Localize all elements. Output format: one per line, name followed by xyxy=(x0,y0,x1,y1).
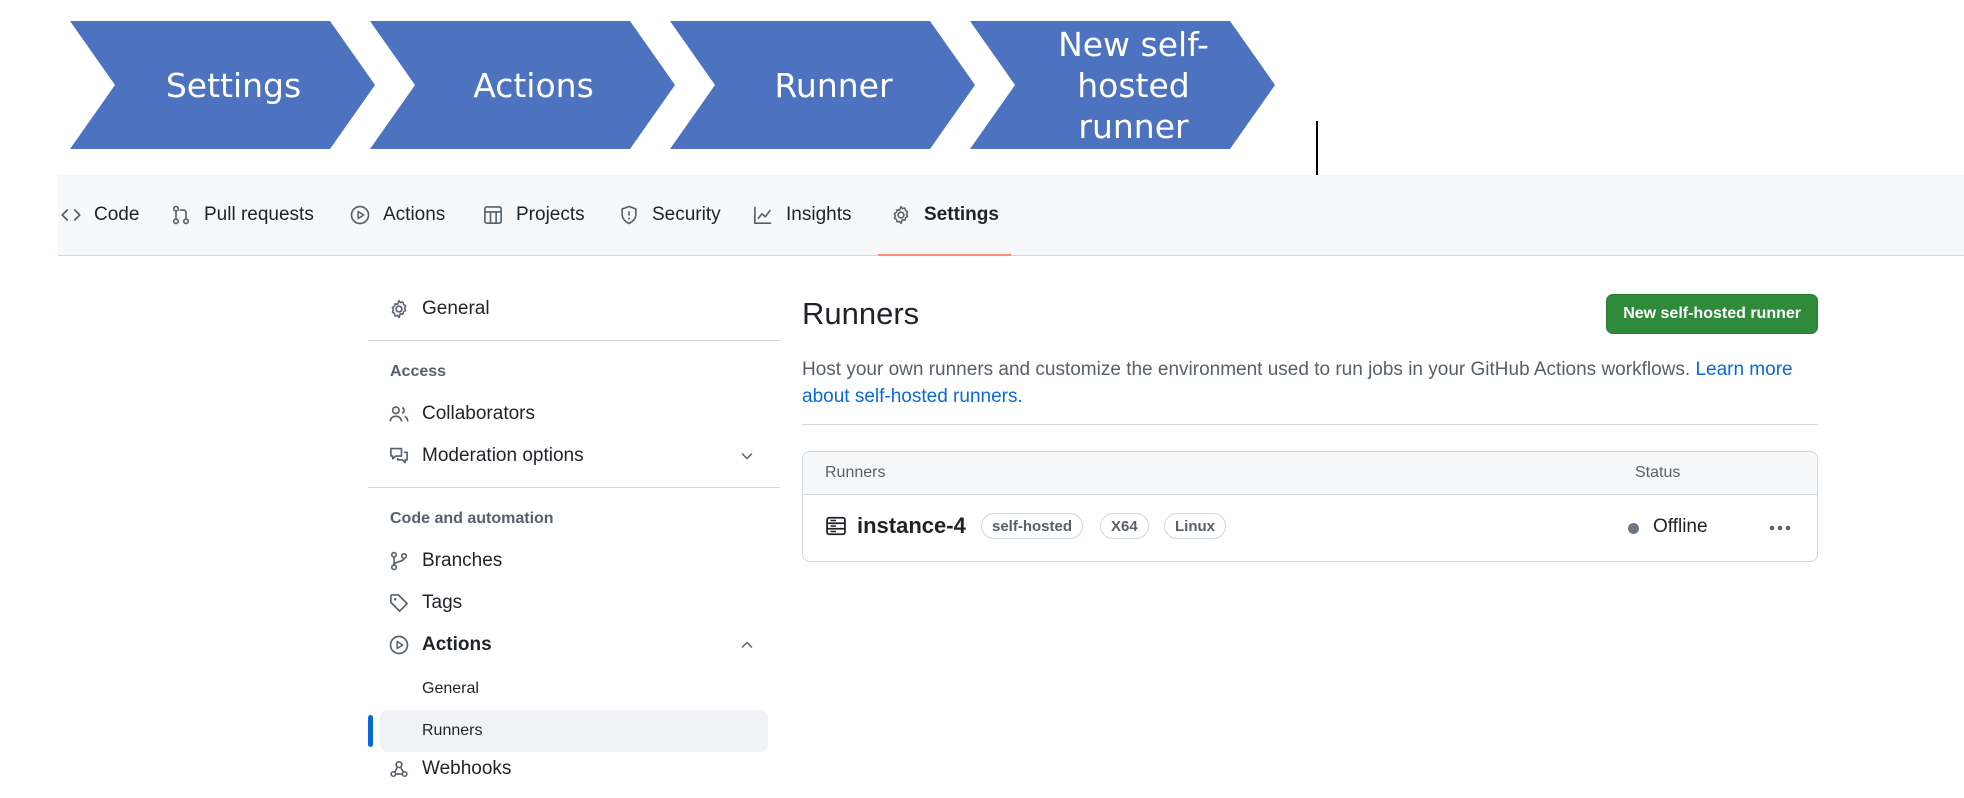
tab-label: Settings xyxy=(924,204,999,225)
tab-security[interactable]: Security xyxy=(618,175,721,255)
sidebar-item-label: Moderation options xyxy=(422,445,584,466)
play-icon xyxy=(349,204,371,226)
page-title: Runners xyxy=(802,296,920,331)
tab-projects[interactable]: Projects xyxy=(482,175,585,255)
sidebar-subitem-runners-label: Runners xyxy=(422,722,483,739)
process-chevrons: Settings Actions Runner New self-hosted … xyxy=(0,0,1964,175)
sidebar-item-label: General xyxy=(422,298,490,319)
play-icon xyxy=(388,634,410,656)
git-pull-request-icon xyxy=(170,204,192,226)
chevron-step-new-runner: New self-hosted runner xyxy=(970,21,1275,149)
sidebar-heading-access: Access xyxy=(390,363,447,380)
sidebar-item-label: Collaborators xyxy=(422,403,535,424)
kebab-horizontal-icon[interactable] xyxy=(1763,511,1797,545)
tab-label: Pull requests xyxy=(204,204,314,225)
runner-label-badge: Linux xyxy=(1164,513,1226,539)
new-self-hosted-runner-button[interactable]: New self-hosted runner xyxy=(1606,294,1818,334)
tab-label: Projects xyxy=(516,204,585,225)
code-icon xyxy=(60,204,82,226)
column-header-status: Status xyxy=(1635,464,1681,481)
tab-pull-requests[interactable]: Pull requests xyxy=(170,175,314,255)
runner-name-link[interactable]: instance-4 xyxy=(857,513,966,539)
graph-icon xyxy=(752,204,774,226)
table-icon xyxy=(482,204,504,226)
description-text: Host your own runners and customize the … xyxy=(802,359,1696,380)
webhook-icon xyxy=(388,758,410,780)
runner-label-badge: X64 xyxy=(1100,513,1149,539)
column-header-runners: Runners xyxy=(825,464,886,481)
chevron-label: Actions xyxy=(473,65,594,105)
section-divider xyxy=(802,424,1818,425)
tab-label: Insights xyxy=(786,204,852,225)
gear-icon xyxy=(890,204,912,226)
text-cursor xyxy=(1316,121,1318,175)
sidebar-item-moderation[interactable]: Moderation options xyxy=(368,437,768,475)
status-dot-icon xyxy=(1628,523,1639,534)
sidebar-item-label: Branches xyxy=(422,550,503,571)
selected-indicator xyxy=(368,715,373,747)
tab-insights[interactable]: Insights xyxy=(752,175,851,255)
repo-nav: Code Pull requests Actions Projects Secu… xyxy=(58,175,1964,256)
sidebar-item-branches[interactable]: Branches xyxy=(368,542,768,580)
table-header: Runners Status xyxy=(803,452,1817,495)
sidebar-subitem-general[interactable]: General xyxy=(422,680,479,698)
runner-label-badge: self-hosted xyxy=(981,513,1084,539)
sidebar-item-label: Webhooks xyxy=(422,758,512,779)
comment-discussion-icon xyxy=(388,445,410,467)
server-icon xyxy=(825,515,847,537)
chevron-label: Runner xyxy=(774,65,893,105)
sidebar-item-actions[interactable]: Actions xyxy=(368,626,768,664)
sidebar-item-label: Tags xyxy=(422,592,463,613)
chevron-label: New self-hosted runner xyxy=(1058,24,1209,146)
sidebar-heading-code-automation: Code and automation xyxy=(390,510,554,527)
sidebar-item-tags[interactable]: Tags xyxy=(368,584,768,622)
tab-code[interactable]: Code xyxy=(60,175,139,255)
gear-icon xyxy=(388,298,410,320)
sidebar-item-label: Actions xyxy=(422,634,492,655)
sidebar-item-webhooks[interactable]: Webhooks xyxy=(368,750,768,788)
tab-actions[interactable]: Actions xyxy=(349,175,445,255)
sidebar-divider xyxy=(368,340,780,341)
chevron-up-icon[interactable] xyxy=(736,634,758,656)
shield-icon xyxy=(618,204,640,226)
git-branch-icon xyxy=(388,550,410,572)
tab-settings[interactable]: Settings xyxy=(878,175,1011,256)
chevron-step-actions: Actions xyxy=(370,21,675,149)
sidebar-divider xyxy=(368,487,780,488)
runners-table: Runners Status instance-4 self-hosted X6… xyxy=(802,451,1818,562)
chevron-step-settings: Settings xyxy=(70,21,375,149)
tab-label: Security xyxy=(652,204,721,225)
sidebar-item-collaborators[interactable]: Collaborators xyxy=(368,395,768,433)
page-description: Host your own runners and customize the … xyxy=(802,356,1818,410)
runner-status: Offline xyxy=(1653,516,1708,537)
chevron-down-icon[interactable] xyxy=(736,445,758,467)
chevron-label: Settings xyxy=(165,65,302,105)
chevron-step-runner: Runner xyxy=(670,21,975,149)
tab-label: Code xyxy=(94,204,140,225)
tab-label: Actions xyxy=(383,204,446,225)
people-icon xyxy=(388,403,410,425)
table-row[interactable]: instance-4 self-hosted X64 Linux Offline xyxy=(803,495,1817,561)
tag-icon xyxy=(388,592,410,614)
sidebar-item-general[interactable]: General xyxy=(368,290,768,328)
